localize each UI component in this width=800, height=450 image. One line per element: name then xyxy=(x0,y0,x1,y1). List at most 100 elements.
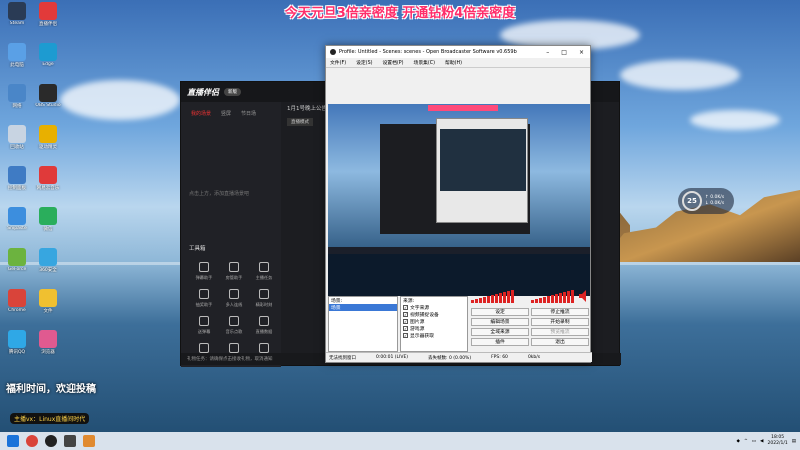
obs-menu-item[interactable]: 设置档(P) xyxy=(383,59,404,66)
obs-taskbar-icon[interactable] xyxy=(45,435,57,447)
tool-item[interactable]: 主播任务 xyxy=(249,262,279,281)
mode-pill[interactable]: 直播模式 xyxy=(287,118,313,126)
obs-button[interactable]: 全域来源 xyxy=(471,328,529,336)
tool-item[interactable]: 房管助手 xyxy=(219,262,249,281)
tool-label: 弹幕助手 xyxy=(195,275,213,280)
tab-holiday[interactable]: 节日场 xyxy=(241,110,256,117)
source-item[interactable]: ✓ 游戏源 xyxy=(401,325,467,332)
notice-text: 1月1号晚上公告 xyxy=(287,106,327,112)
obs-button[interactable]: 插件 xyxy=(471,338,529,346)
checkbox-icon[interactable]: ✓ xyxy=(403,333,408,338)
app-icon xyxy=(39,43,57,61)
desktop-icon[interactable]: 浏览器 xyxy=(33,330,63,355)
tool-item[interactable]: 音乐点歌 xyxy=(219,316,249,335)
desktop-icon[interactable]: 网易云音乐 xyxy=(33,166,63,191)
app-icon xyxy=(39,125,57,143)
chevron-up-icon[interactable]: ^ xyxy=(744,439,748,444)
desktop-icon-label: 网络 xyxy=(12,104,22,109)
sources-panel[interactable]: 来源: ✓ 文字来源 ✓ 视频捕捉设备 ✓ 图片源 ✓ 游戏源 ✓ 显示器获取 xyxy=(400,296,468,352)
network-icon[interactable]: ▭ xyxy=(752,439,756,444)
tool-label: 房管助手 xyxy=(225,275,243,280)
desktop-icon-label: Chrome xyxy=(8,308,26,313)
desktop-icon[interactable]: 控制面板 xyxy=(2,166,32,191)
app-icon xyxy=(39,330,57,348)
obs-button[interactable]: 编辑场景 xyxy=(471,318,529,326)
desktop-icon[interactable]: 文件 xyxy=(33,289,63,314)
tab-my-scenes[interactable]: 我的场景 xyxy=(191,110,211,117)
app-icon xyxy=(8,43,26,61)
app-icon xyxy=(8,166,26,184)
checkbox-icon[interactable]: ✓ xyxy=(403,312,408,317)
tool-item[interactable]: 直播数据 xyxy=(249,316,279,335)
close-icon[interactable]: × xyxy=(579,49,584,56)
obs-menu-item[interactable]: 文件(F) xyxy=(330,59,346,66)
app-taskbar-icon[interactable] xyxy=(83,435,95,447)
download-speed: ↓ 0.0K/s xyxy=(705,201,725,206)
obs-button[interactable]: 预览推流 xyxy=(531,328,589,336)
taskbar-date[interactable]: 2022/1/1 xyxy=(768,441,788,447)
tool-item[interactable]: 精彩时刻 xyxy=(249,289,279,308)
status-item: 无法找到窗口 xyxy=(329,356,356,361)
start-icon[interactable] xyxy=(7,435,19,447)
obs-button[interactable]: 设定 xyxy=(471,308,529,316)
desktop-icon-label: OBS Studio xyxy=(35,103,61,108)
obs-button[interactable]: 退出 xyxy=(531,338,589,346)
version-badge[interactable]: 新版 xyxy=(224,88,241,96)
tool-item[interactable]: 送弹幕 xyxy=(189,316,219,335)
tool-item[interactable]: 多人连线 xyxy=(219,289,249,308)
obs-menu-item[interactable]: 帮助(H) xyxy=(445,59,462,66)
live-taskbar-icon[interactable] xyxy=(64,435,76,447)
desktop-icon[interactable]: GeForce xyxy=(2,248,32,272)
app-icon xyxy=(39,2,57,20)
status-item: 0kb/s xyxy=(527,355,541,360)
obs-menu-item[interactable]: 设定(S) xyxy=(356,59,372,66)
obs-menu-item[interactable]: 场景集(C) xyxy=(414,59,435,66)
obs-button[interactable]: 开始录制 xyxy=(531,318,589,326)
checkbox-icon[interactable]: ✓ xyxy=(403,319,408,324)
desktop-icon[interactable]: Snipaste xyxy=(2,207,32,231)
desktop-icon[interactable]: Steam xyxy=(2,2,32,26)
obs-window[interactable]: Profile: Untitled - Scenes: scenes - Ope… xyxy=(325,45,592,363)
tool-icon xyxy=(259,262,269,272)
minimize-icon[interactable]: – xyxy=(546,49,549,56)
desktop-icon[interactable]: 直播伴侣 xyxy=(33,2,63,27)
chrome-icon[interactable] xyxy=(26,435,38,447)
notification-icon[interactable]: ▤ xyxy=(792,439,796,444)
desktop-icon[interactable]: 腾讯QQ xyxy=(2,330,32,355)
app-icon xyxy=(8,207,26,225)
desktop-icon[interactable]: 回收站 xyxy=(2,125,32,150)
tool-icon xyxy=(259,289,269,299)
desktop-icon[interactable]: 此电脑 xyxy=(2,43,32,68)
desktop-icon[interactable]: Edge xyxy=(33,43,63,67)
desktop-icon[interactable]: 网络 xyxy=(2,84,32,109)
app-icon xyxy=(8,84,26,102)
network-ring: 25 xyxy=(682,191,702,211)
tool-item[interactable]: 抽奖助手 xyxy=(189,289,219,308)
desktop-icon[interactable]: OBS Studio xyxy=(33,84,63,108)
desktop-icon[interactable]: Chrome xyxy=(2,289,32,313)
source-item[interactable]: ✓ 视频捕捉设备 xyxy=(401,311,467,318)
desktop-icon-label: 驱动精灵 xyxy=(39,145,57,150)
tool-label: 音乐点歌 xyxy=(225,329,243,334)
tab-vertical[interactable]: 竖屏 xyxy=(221,110,231,117)
desktop-icon-label: 回收站 xyxy=(10,145,24,150)
obs-button[interactable]: 停止推流 xyxy=(531,308,589,316)
source-item[interactable]: ✓ 文字来源 xyxy=(401,304,467,311)
scenes-panel[interactable]: 场景: 场景 xyxy=(328,296,398,352)
desktop-icon[interactable]: 360安全 xyxy=(33,248,63,273)
empty-scenes-text: 点击上方，添加直播场景吧 xyxy=(189,191,250,197)
desktop-icon[interactable]: 微信 xyxy=(33,207,63,232)
desktop-icon[interactable]: 驱动精灵 xyxy=(33,125,63,150)
shield-icon[interactable]: ◆ xyxy=(737,439,740,444)
tool-item[interactable]: 弹幕助手 xyxy=(189,262,219,281)
app-icon xyxy=(8,289,26,307)
checkbox-icon[interactable]: ✓ xyxy=(403,326,408,331)
source-label: 文字来源 xyxy=(410,306,430,311)
scene-item[interactable]: 场景 xyxy=(329,304,397,311)
maximize-icon[interactable]: □ xyxy=(561,49,567,56)
checkbox-icon[interactable]: ✓ xyxy=(403,305,408,310)
source-item[interactable]: ✓ 显示器获取 xyxy=(401,332,467,339)
source-item[interactable]: ✓ 图片源 xyxy=(401,318,467,325)
desktop-icon-label: Edge xyxy=(42,62,54,67)
volume-icon[interactable]: ◀ xyxy=(760,439,763,444)
